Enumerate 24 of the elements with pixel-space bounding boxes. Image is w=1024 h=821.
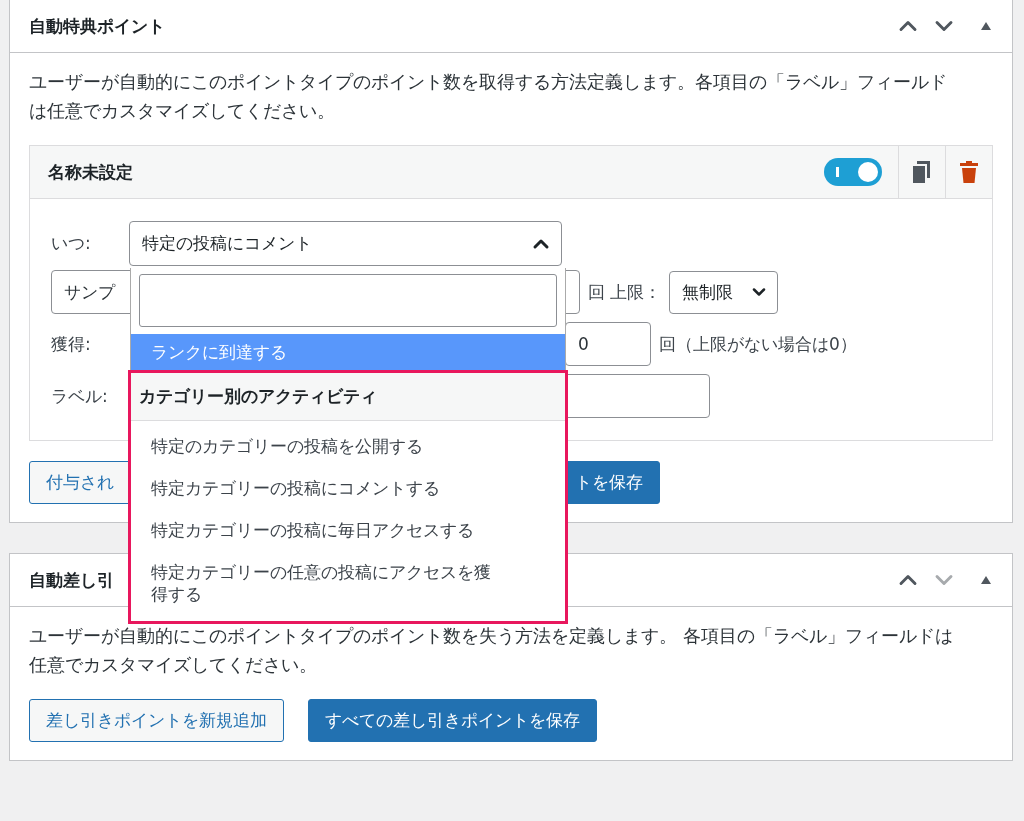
add-button[interactable]: 差し引きポイントを新規追加 bbox=[29, 699, 284, 742]
card-title: 名称未設定 bbox=[48, 160, 134, 184]
count-field[interactable]: 0 bbox=[565, 322, 651, 366]
on-mark-icon bbox=[836, 167, 839, 177]
collapse-triangle-icon[interactable] bbox=[980, 21, 992, 31]
option-group-heading: カテゴリー別のアクティビティ bbox=[131, 373, 565, 421]
trash-icon[interactable] bbox=[960, 161, 978, 183]
enable-toggle[interactable] bbox=[824, 158, 882, 186]
field-label: ラベル: bbox=[51, 384, 109, 408]
field-label: 獲得: bbox=[51, 332, 92, 356]
toggle-knob bbox=[858, 162, 878, 182]
event-select[interactable]: 特定の投稿にコメント bbox=[129, 221, 562, 266]
panel-title: 自動特典ポイント bbox=[29, 14, 165, 38]
panel-description: ユーザーが自動的にこのポイントタイプのポイント数を失う方法を定義します。 各項目の「ラベル」フィールドは任意でカスタマイズしてください。 bbox=[28, 624, 954, 677]
duplicate-icon[interactable] bbox=[912, 161, 932, 183]
panel-description: ユーザーが自動的にこのポイントタイプのポイント数を取得する方法定義します。各項目の「ラベル」フィールドは任意でカスタマイズしてください。 bbox=[28, 70, 948, 123]
save-button[interactable]: すべての差し引きポイントを保存 bbox=[308, 699, 597, 742]
panel-title: 自動差し引 bbox=[29, 568, 114, 592]
collapse-triangle-icon[interactable] bbox=[980, 575, 992, 585]
field-label: いつ: bbox=[51, 232, 92, 255]
dropdown-search-field[interactable] bbox=[139, 274, 557, 327]
limit-select[interactable]: 無制限 bbox=[669, 270, 779, 314]
count-note: 回（上限がない場合は0） bbox=[659, 332, 857, 356]
limit-label: 回 上限： bbox=[588, 280, 662, 304]
